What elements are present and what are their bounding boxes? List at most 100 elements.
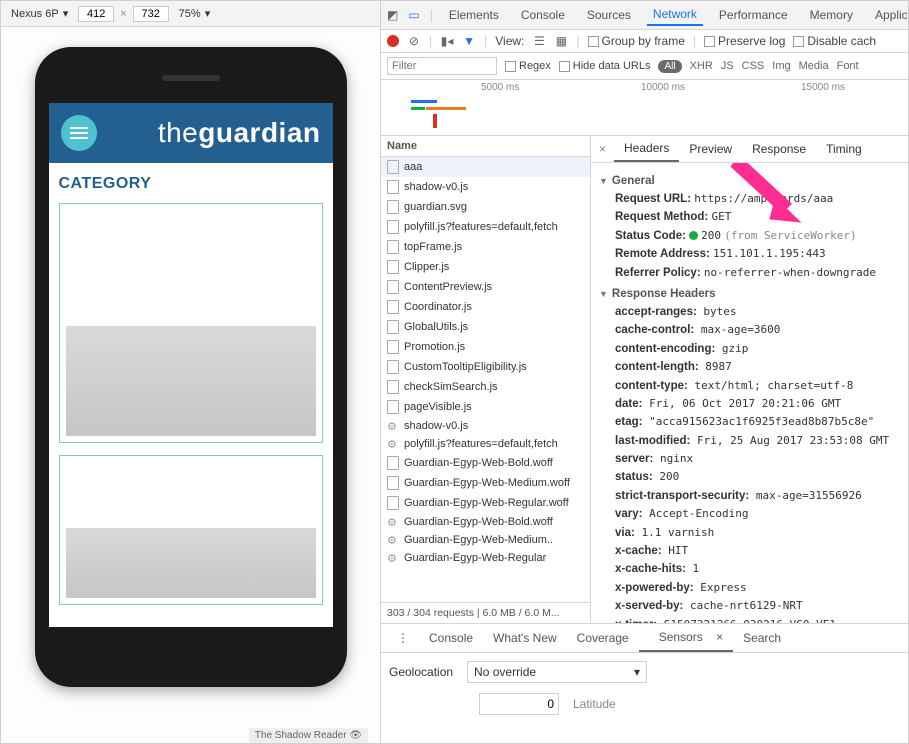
request-row[interactable]: Promotion.js xyxy=(381,337,590,357)
category-heading: CATEGORY xyxy=(49,163,333,199)
drawer-menu-icon[interactable]: ⋮ xyxy=(387,625,419,651)
view-list-icon[interactable]: ☰ xyxy=(532,34,546,48)
request-row[interactable]: Guardian-Egyp-Web-Regular.woff xyxy=(381,493,590,513)
preserve-log-check[interactable]: Preserve log xyxy=(704,34,785,48)
device-select[interactable]: Nexus 6P ▾ xyxy=(7,5,72,22)
filter-img[interactable]: Img xyxy=(772,60,790,72)
file-icon xyxy=(387,240,399,254)
network-filter-row: Regex Hide data URLs All XHR JS CSS Img … xyxy=(381,53,908,80)
view-label: View: xyxy=(495,34,524,48)
file-icon xyxy=(387,400,399,414)
close-details-icon[interactable]: × xyxy=(591,137,614,161)
request-row[interactable]: polyfill.js?features=default,fetch xyxy=(381,217,590,237)
geolocation-label: Geolocation xyxy=(389,665,453,679)
geolocation-select[interactable]: No override▾ xyxy=(467,661,647,683)
disable-cache-check[interactable]: Disable cach xyxy=(793,34,876,48)
request-row[interactable]: Coordinator.js xyxy=(381,297,590,317)
file-icon xyxy=(387,496,399,510)
network-timeline[interactable]: 5000 ms 10000 ms 15000 ms xyxy=(381,80,908,136)
height-input[interactable] xyxy=(133,6,169,22)
tab-timing[interactable]: Timing xyxy=(816,137,872,161)
drawer-tab-sensors[interactable]: Sensors × xyxy=(639,624,733,652)
request-row[interactable]: Guardian-Egyp-Web-Bold.woff xyxy=(381,453,590,473)
filter-css[interactable]: CSS xyxy=(742,60,765,72)
filter-js[interactable]: JS xyxy=(721,60,734,72)
file-icon xyxy=(387,220,399,234)
file-icon xyxy=(387,360,399,374)
file-icon xyxy=(387,320,399,334)
group-by-frame-check[interactable]: Group by frame xyxy=(588,34,685,48)
latitude-input[interactable] xyxy=(479,693,559,715)
regex-check[interactable]: Regex xyxy=(505,60,551,72)
filter-xhr[interactable]: XHR xyxy=(690,60,713,72)
record-icon[interactable] xyxy=(387,35,399,47)
device-toggle-icon[interactable]: ▭ xyxy=(408,8,419,22)
hamburger-menu-icon[interactable] xyxy=(61,115,97,151)
content-card[interactable] xyxy=(59,203,323,443)
name-column-header[interactable]: Name xyxy=(381,136,590,157)
tab-performance[interactable]: Performance xyxy=(713,5,794,25)
request-row[interactable]: topFrame.js xyxy=(381,237,590,257)
content-card[interactable] xyxy=(59,455,323,605)
file-icon xyxy=(387,200,399,214)
request-row[interactable]: Guardian-Egyp-Web-Medium.woff xyxy=(381,473,590,493)
devtools-drawer: ⋮ Console What's New Coverage Sensors × … xyxy=(381,623,908,743)
file-icon xyxy=(387,260,399,274)
request-row[interactable]: ⚙polyfill.js?features=default,fetch xyxy=(381,435,590,453)
request-row[interactable]: CustomTooltipEligibility.js xyxy=(381,357,590,377)
tab-application[interactable]: Applicati xyxy=(869,5,908,25)
file-icon xyxy=(387,476,399,490)
file-icon xyxy=(387,180,399,194)
gear-icon: ⚙ xyxy=(387,420,399,432)
request-row[interactable]: GlobalUtils.js xyxy=(381,317,590,337)
request-row[interactable]: checkSimSearch.js xyxy=(381,377,590,397)
latitude-label: Latitude xyxy=(573,697,616,711)
file-icon xyxy=(387,340,399,354)
filter-all[interactable]: All xyxy=(658,60,681,73)
request-row[interactable]: guardian.svg xyxy=(381,197,590,217)
filter-font[interactable]: Font xyxy=(837,60,859,72)
tab-memory[interactable]: Memory xyxy=(804,5,859,25)
request-row[interactable]: pageVisible.js xyxy=(381,397,590,417)
drawer-tab-coverage[interactable]: Coverage xyxy=(567,625,639,651)
width-input[interactable] xyxy=(78,6,114,22)
details-tabs: × Headers Preview Response Timing xyxy=(591,136,908,163)
tab-preview[interactable]: Preview xyxy=(679,137,742,161)
request-row[interactable]: ⚙Guardian-Egyp-Web-Regular xyxy=(381,549,590,567)
drawer-tab-search[interactable]: Search xyxy=(733,625,791,651)
camera-icon[interactable]: ▮◂ xyxy=(440,34,454,48)
drawer-tab-whatsnew[interactable]: What's New xyxy=(483,625,567,651)
network-toolbar: ⊘ | ▮◂ ▼ | View: ☰ ▦ | Group by frame | … xyxy=(381,30,908,53)
request-row[interactable]: Clipper.js xyxy=(381,257,590,277)
zoom-select[interactable]: 75% ▾ xyxy=(175,5,215,22)
shadow-reader-badge: The Shadow Reader 👁 xyxy=(249,728,368,743)
request-summary: 303 / 304 requests | 6.0 MB / 6.0 M... xyxy=(381,602,590,623)
tab-elements[interactable]: Elements xyxy=(443,5,505,25)
tab-response[interactable]: Response xyxy=(742,137,816,161)
hide-data-urls-check[interactable]: Hide data URLs xyxy=(559,60,651,72)
tab-headers[interactable]: Headers xyxy=(614,136,679,162)
request-row[interactable]: ⚙Guardian-Egyp-Web-Medium.. xyxy=(381,531,590,549)
drawer-tab-console[interactable]: Console xyxy=(419,625,483,651)
filter-icon[interactable]: ▼ xyxy=(462,34,476,48)
view-large-icon[interactable]: ▦ xyxy=(554,34,568,48)
filter-input[interactable] xyxy=(387,57,497,75)
section-response-headers[interactable]: Response Headers xyxy=(599,288,900,300)
request-row[interactable]: ContentPreview.js xyxy=(381,277,590,297)
filter-media[interactable]: Media xyxy=(799,60,829,72)
tab-console[interactable]: Console xyxy=(515,5,571,25)
file-icon xyxy=(387,380,399,394)
clear-icon[interactable]: ⊘ xyxy=(407,34,421,48)
request-row[interactable]: ⚙shadow-v0.js xyxy=(381,417,590,435)
file-icon xyxy=(387,280,399,294)
tab-network[interactable]: Network xyxy=(647,4,703,26)
file-icon xyxy=(387,456,399,470)
request-row[interactable]: shadow-v0.js xyxy=(381,177,590,197)
gear-icon: ⚙ xyxy=(387,438,399,450)
request-row[interactable]: ⚙Guardian-Egyp-Web-Bold.woff xyxy=(381,513,590,531)
inspect-icon[interactable]: ◩ xyxy=(387,8,398,22)
request-row[interactable]: aaa xyxy=(381,157,590,177)
phone-frame: theguardian CATEGORY xyxy=(35,47,347,687)
tab-sources[interactable]: Sources xyxy=(581,5,637,25)
section-general[interactable]: General xyxy=(599,175,900,187)
